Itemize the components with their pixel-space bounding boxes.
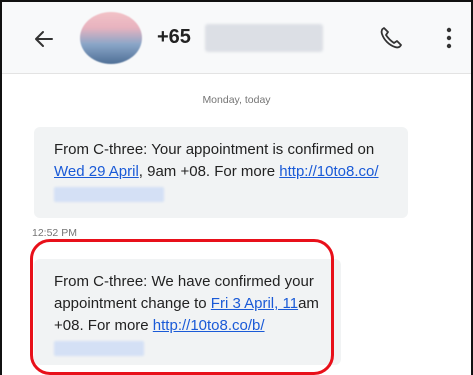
back-arrow-icon[interactable] — [30, 24, 60, 54]
date-link[interactable]: Fri 3 April, 11 — [211, 295, 298, 312]
redacted-contact-number — [205, 24, 323, 52]
message-text: , 9am +08. For more — [138, 163, 280, 180]
redacted-url — [54, 186, 164, 202]
redacted-url — [54, 340, 144, 356]
message-text: From C-three: Your appointment is confir… — [54, 141, 375, 158]
date-separator: Monday, today — [202, 94, 271, 106]
conversation-header: +65 — [2, 2, 471, 74]
message-bubble-2[interactable]: From C-three: We have confirmed your app… — [34, 259, 341, 365]
date-link[interactable]: Wed 29 April — [54, 163, 139, 180]
url-link[interactable]: http://10to8.co/b/ — [153, 317, 265, 334]
messaging-window: +65 Monday, today From C-three: Your app… — [0, 0, 473, 375]
url-link[interactable]: http://10to8.co/ — [279, 163, 378, 180]
message-timestamp: 12:52 PM — [32, 227, 77, 239]
more-vert-icon[interactable] — [442, 22, 456, 54]
avatar[interactable] — [80, 12, 142, 64]
contact-number[interactable]: +65 — [157, 26, 191, 49]
phone-icon[interactable] — [375, 22, 407, 54]
message-bubble-1[interactable]: From C-three: Your appointment is confir… — [34, 127, 408, 218]
